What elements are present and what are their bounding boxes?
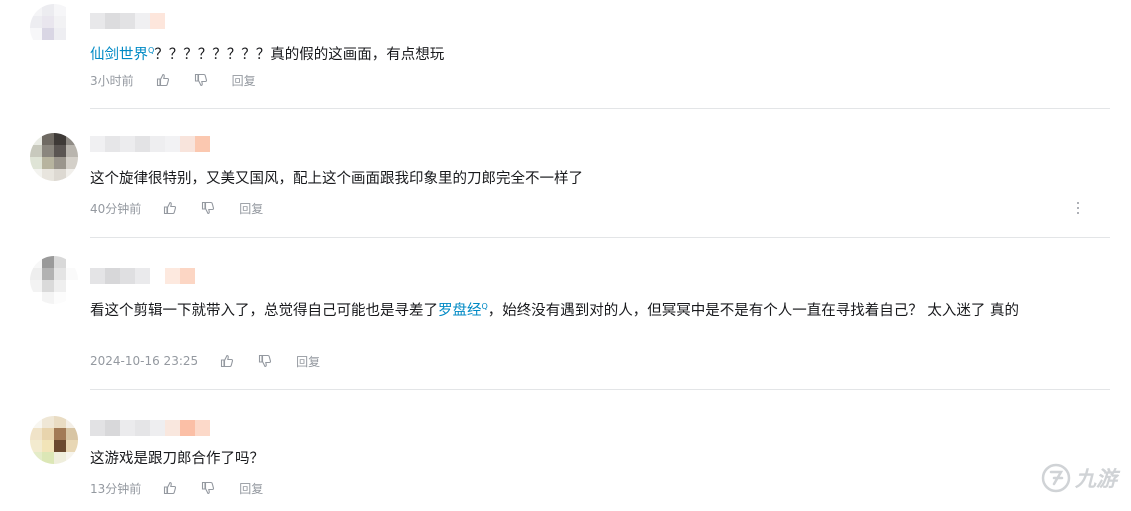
divider bbox=[90, 389, 1110, 390]
comment-time: 2024-10-16 23:25 bbox=[90, 354, 199, 368]
thumbs-up-icon[interactable] bbox=[163, 481, 177, 495]
comment-meta: 2024-10-16 23:25 回复 bbox=[90, 351, 320, 371]
username-blurred[interactable] bbox=[90, 13, 165, 29]
username-blurred[interactable] bbox=[90, 136, 210, 152]
avatar[interactable] bbox=[30, 133, 78, 181]
comment-meta: 40分钟前 回复 bbox=[90, 198, 263, 218]
username-blurred[interactable] bbox=[90, 420, 210, 436]
reply-button[interactable]: 回复 bbox=[239, 480, 263, 497]
comment-time: 3小时前 bbox=[90, 73, 134, 88]
divider bbox=[90, 108, 1110, 109]
comment-text: 仙剑世界Q？？？？？？？？真的假的这画面，有点想玩 bbox=[90, 46, 445, 63]
comment-meta: 3小时前 回复 bbox=[90, 70, 256, 90]
watermark-logo: 九游 bbox=[1040, 462, 1117, 494]
nine-game-logo-icon bbox=[1041, 463, 1071, 493]
comment-text: 看这个剪辑一下就带入了，总觉得自己可能也是寻差了罗盘经Q，始终没有遇到对的人，但… bbox=[90, 302, 1020, 319]
divider bbox=[90, 237, 1110, 238]
thumbs-down-icon[interactable] bbox=[201, 481, 215, 495]
comment-time: 13分钟前 bbox=[90, 481, 142, 496]
reply-button[interactable]: 回复 bbox=[239, 200, 263, 217]
comment-text: 这个旋律很特别，又美又国风，配上这个画面跟我印象里的刀郎完全不一样了 bbox=[90, 171, 583, 187]
reply-button[interactable]: 回复 bbox=[232, 72, 256, 89]
comment-text: 这游戏是跟刀郎合作了吗？ bbox=[90, 451, 264, 467]
comment-meta: 13分钟前 回复 bbox=[90, 478, 263, 498]
thumbs-down-icon[interactable] bbox=[194, 73, 208, 87]
thumbs-up-icon[interactable] bbox=[156, 73, 170, 87]
avatar[interactable] bbox=[30, 4, 78, 52]
thumbs-down-icon[interactable] bbox=[258, 354, 272, 368]
username-blurred[interactable] bbox=[90, 268, 195, 284]
watermark-text: 九游 bbox=[1075, 467, 1117, 491]
thumbs-down-icon[interactable] bbox=[201, 201, 215, 215]
thumbs-up-icon[interactable] bbox=[220, 354, 234, 368]
search-link[interactable]: 罗盘经Q bbox=[438, 302, 488, 319]
avatar[interactable] bbox=[30, 256, 78, 304]
avatar[interactable] bbox=[30, 416, 78, 464]
comment-time: 40分钟前 bbox=[90, 201, 142, 216]
more-vertical-icon[interactable] bbox=[1072, 200, 1084, 216]
thumbs-up-icon[interactable] bbox=[163, 201, 177, 215]
search-link[interactable]: 仙剑世界Q bbox=[90, 46, 154, 63]
reply-button[interactable]: 回复 bbox=[296, 353, 320, 370]
